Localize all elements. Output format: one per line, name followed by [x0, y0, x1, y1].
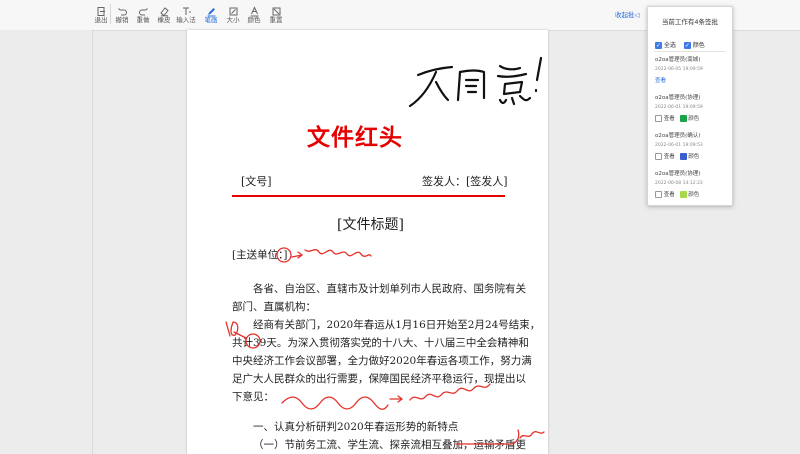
reset-button[interactable]: 重置: [264, 2, 288, 25]
document-page: 文件红头 [文号] 签发人：[签发人] [文件标题] [主送单位：] 各省、自治…: [187, 30, 548, 454]
paragraph-line: 共计39天。为深入贯彻落实党的十八大、十八届三中全会精神和: [232, 337, 529, 349]
panel-title: 当前工作有4条签批: [661, 18, 719, 26]
paragraph-line: 经商有关部门，2020年春运从1月16日开始至2月24号结束，: [253, 319, 541, 331]
entry-color-label: 颜色: [688, 192, 700, 198]
entry-color-label: 颜色: [688, 116, 700, 122]
entry-controls: 查看 颜色: [655, 190, 703, 198]
collapse-annotations-label: 收起批: [615, 11, 635, 19]
entry-color-swatch[interactable]: [679, 115, 687, 122]
section-sub-heading: （一）节前务工流、学生流、探亲流相互叠加，运输矛盾更: [253, 439, 526, 451]
doc-number: [文号]: [241, 175, 272, 188]
pen-button[interactable]: 笔画: [199, 2, 223, 25]
entry-author: o2oa管理员(协理): [655, 171, 701, 177]
recipient-field: [主送单位：]: [232, 249, 288, 261]
entry-time: 2022-06-01 19:09:59: [655, 105, 703, 110]
select-all-row: ✓ 全选 ✓ 颜色: [655, 40, 705, 49]
red-header-title: 文件红头: [307, 125, 403, 151]
color-label: 颜色: [247, 16, 261, 24]
pen-icon: [199, 2, 223, 17]
paragraph-line: 中央经济工作会议部署，全力做好2020年春运各项工作，努力满: [232, 355, 532, 367]
entry-author: o2oa管理员(协理): [655, 95, 701, 101]
entry-controls: 查看 颜色: [655, 114, 703, 122]
text-input-button[interactable]: 输入法: [174, 2, 198, 25]
entry-view-checkbox[interactable]: [655, 153, 662, 160]
color-all-checkbox[interactable]: ✓: [683, 42, 691, 49]
entry-color-swatch[interactable]: [679, 191, 687, 198]
entry-view-checkbox[interactable]: [655, 191, 662, 198]
reset-icon: [264, 2, 288, 16]
signer-field: 签发人：[签发人]: [422, 175, 508, 188]
entry-time: 2022-06-08 14:12:23: [655, 181, 703, 186]
eraser-icon: [152, 2, 176, 17]
paragraph-line: 下意见：: [232, 391, 274, 403]
red-divider-line: [232, 195, 505, 197]
entry-view-checkbox[interactable]: [655, 115, 662, 122]
entry-view-link[interactable]: 查看: [655, 76, 703, 84]
eraser-button[interactable]: 橡皮: [152, 2, 176, 25]
entry-color-swatch[interactable]: [679, 153, 687, 160]
entry-view-label: 查看: [663, 116, 675, 122]
entry-view-label: 查看: [663, 154, 675, 160]
text-input-label: 输入法: [176, 16, 196, 24]
document-title: [文件标题]: [337, 217, 404, 233]
text-input-icon: [174, 2, 198, 16]
color-all-label: 颜色: [692, 42, 705, 49]
annotation-entry: o2oa管理员(确认) 2022-06-01 19:09:53 查看 颜色: [655, 131, 703, 160]
collapse-icon: ◁: [634, 11, 640, 19]
paragraph-line: 各省、自治区、直辖市及计划单列市人民政府、国务院有关: [253, 283, 526, 295]
eraser-label: 橡皮: [157, 16, 171, 24]
annotation-entry: o2oa管理员(协理) 2022-06-01 19:09:59 查看 颜色: [655, 93, 703, 122]
entry-color-label: 颜色: [688, 154, 700, 160]
annotation-entry: o2oa管理员(协理) 2022-06-08 14:12:23 查看 颜色: [655, 169, 703, 198]
paragraph-line: 部门、直属机构：: [232, 301, 316, 313]
entry-time: 2022-06-05 19:09:59: [655, 67, 703, 72]
panel-divider: [654, 51, 726, 52]
color-button[interactable]: 颜色: [242, 2, 266, 25]
section-heading: 一、认真分析研判2020年春运形势的新特点: [253, 421, 459, 433]
entry-author: o2oa管理员(南城): [655, 57, 701, 63]
collapse-annotations-link[interactable]: 收起批◁: [615, 9, 640, 19]
color-icon: [242, 2, 266, 17]
entry-controls: 查看 颜色: [655, 152, 703, 160]
entry-author: o2oa管理员(确认): [655, 133, 701, 139]
entry-view-label: 查看: [663, 192, 675, 198]
reset-label: 重置: [269, 16, 283, 24]
entry-time: 2022-06-01 19:09:53: [655, 143, 703, 148]
select-all-label: 全选: [663, 42, 676, 49]
select-all-checkbox[interactable]: ✓: [655, 42, 662, 49]
paragraph-line: 足广大人民群众的出行需要，保障国民经济平稳运行，现提出以: [232, 373, 526, 385]
left-sidebar: [0, 30, 93, 454]
pen-label: 笔画: [204, 16, 218, 24]
annotations-panel: 当前工作有4条签批 ✓ 全选 ✓ 颜色 o2oa管理员(南城) 2022-06-…: [647, 6, 733, 206]
annotation-entry: o2oa管理员(南城) 2022-06-05 19:09:59 查看: [655, 55, 703, 84]
